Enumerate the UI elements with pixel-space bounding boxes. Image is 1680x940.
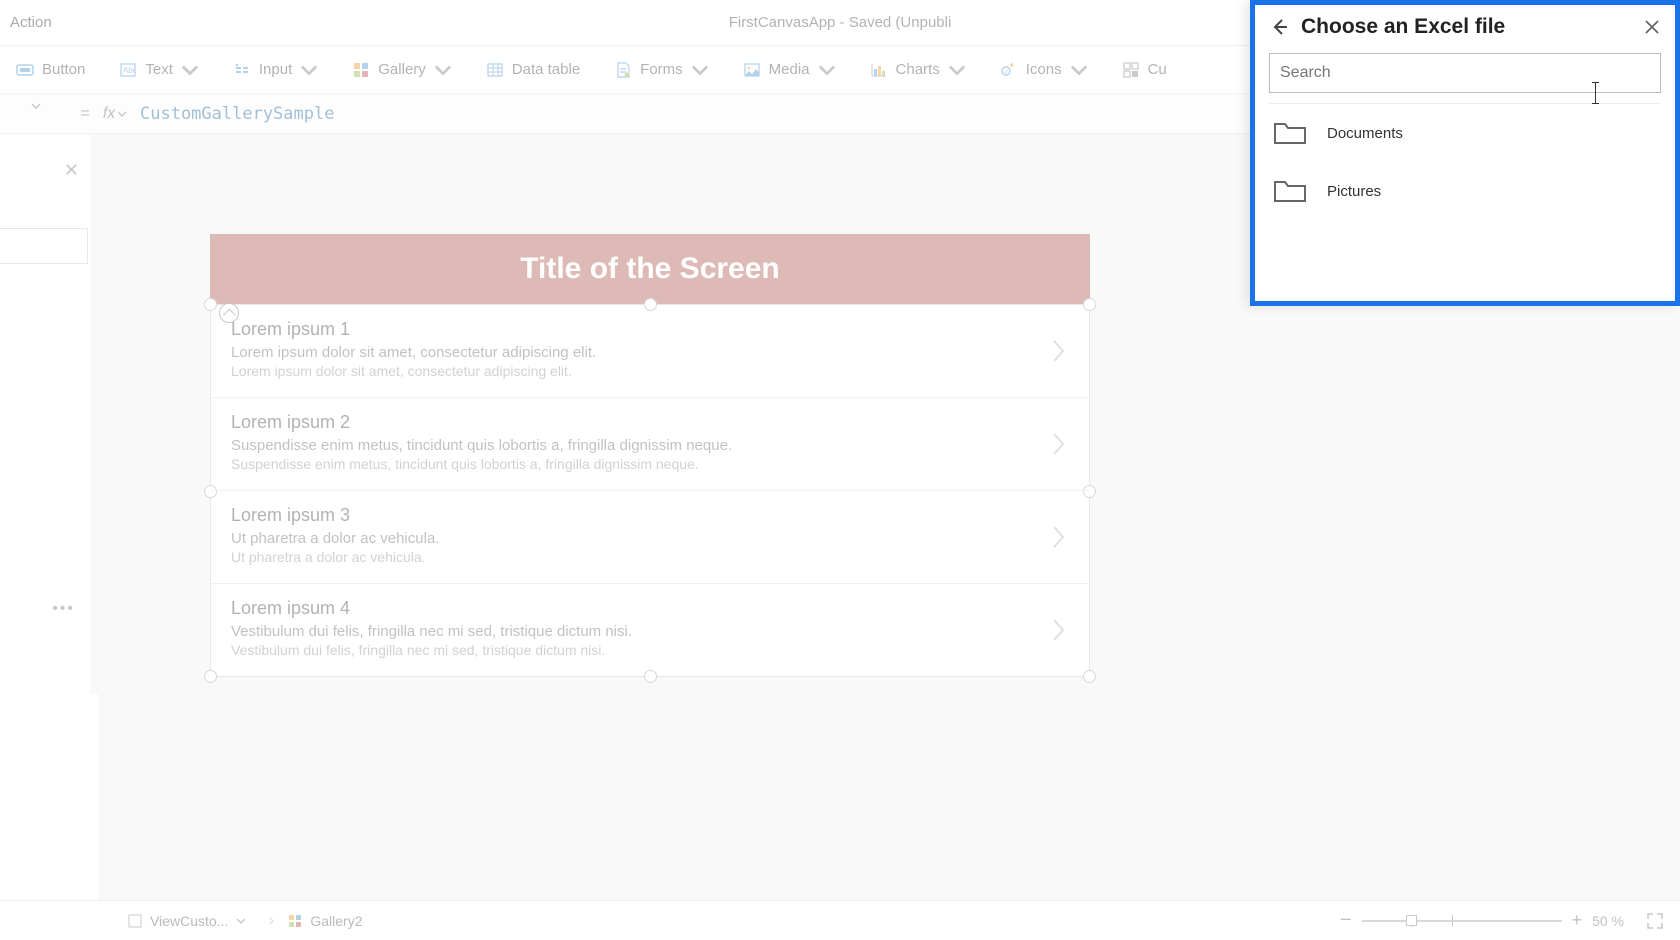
folder-icon [1273, 178, 1307, 204]
choose-file-panel: Choose an Excel file Documents Pictures [1250, 0, 1680, 306]
chevron-down-icon [236, 916, 246, 926]
svg-text:✓: ✓ [1003, 69, 1009, 76]
item-title: Lorem ipsum 1 [231, 319, 1069, 340]
edit-icon[interactable] [219, 303, 239, 323]
zoom-in-button[interactable]: + [1572, 910, 1583, 931]
chevron-down-icon [31, 101, 41, 111]
fx-button[interactable]: fx [98, 105, 132, 123]
scrollbar[interactable] [90, 134, 100, 694]
gallery-item[interactable]: Lorem ipsum 4 Vestibulum dui felis, frin… [211, 584, 1089, 676]
folder-item[interactable]: Documents [1255, 104, 1675, 162]
item-title: Lorem ipsum 3 [231, 505, 1069, 526]
icons-label: Icons [1026, 61, 1062, 78]
tree-search-box[interactable] [0, 228, 88, 264]
breadcrumb-screen[interactable]: ViewCusto... [128, 910, 274, 931]
input-control[interactable]: Input [227, 57, 324, 83]
fx-label: fx [103, 105, 115, 123]
item-body: Suspendisse enim metus, tincidunt quis l… [231, 456, 1069, 472]
item-body: Vestibulum dui felis, fringilla nec mi s… [231, 642, 1069, 658]
item-subtitle: Ut pharetra a dolor ac vehicula. [231, 530, 1069, 547]
item-subtitle: Lorem ipsum dolor sit amet, consectetur … [231, 344, 1069, 361]
folder-label: Pictures [1327, 183, 1381, 200]
text-control[interactable]: Abc Text [113, 57, 205, 83]
gallery-label: Gallery [378, 61, 426, 78]
close-icon[interactable] [1643, 18, 1661, 36]
charts-label: Charts [896, 61, 940, 78]
custom-control[interactable]: Cu [1116, 57, 1173, 83]
media-control[interactable]: Media [737, 57, 842, 83]
data-table-label: Data table [512, 61, 580, 78]
data-table-control[interactable]: Data table [480, 57, 586, 83]
forms-label: Forms [640, 61, 683, 78]
gallery-item[interactable]: Lorem ipsum 2 Suspendisse enim metus, ti… [211, 398, 1089, 491]
search-input[interactable] [1280, 64, 1650, 82]
zoom-out-button[interactable]: − [1340, 909, 1352, 932]
chevron-down-icon [948, 61, 966, 79]
folder-label: Documents [1327, 125, 1403, 142]
gallery-control-selected[interactable]: Lorem ipsum 1 Lorem ipsum dolor sit amet… [210, 304, 1090, 677]
chevron-right-icon[interactable] [1051, 617, 1067, 643]
breadcrumb-label: ViewCusto... [150, 913, 228, 929]
panel-title: Choose an Excel file [1301, 15, 1631, 39]
back-arrow-icon[interactable] [1269, 17, 1289, 37]
zoom-label: 50 % [1592, 913, 1624, 929]
menu-action[interactable]: Action [0, 14, 62, 31]
zoom-controls: − + 50 % [1340, 909, 1664, 932]
item-title: Lorem ipsum 2 [231, 412, 1069, 433]
chevron-right-icon[interactable] [1051, 524, 1067, 550]
folder-icon [1273, 120, 1307, 146]
icons-control[interactable]: ✓ Icons [994, 57, 1094, 83]
svg-text:Abc: Abc [123, 66, 137, 75]
zoom-slider[interactable] [1362, 920, 1562, 922]
button-label: Button [42, 61, 85, 78]
item-body: Lorem ipsum dolor sit amet, consectetur … [231, 363, 1069, 379]
text-cursor-icon [1595, 83, 1596, 103]
chevron-down-icon [181, 61, 199, 79]
gallery-control[interactable]: Gallery [346, 57, 458, 83]
equals-label: = [72, 105, 98, 123]
close-icon[interactable]: ✕ [64, 160, 79, 181]
chevron-down-icon [300, 61, 318, 79]
forms-control[interactable]: Forms [608, 57, 715, 83]
item-subtitle: Vestibulum dui felis, fringilla nec mi s… [231, 623, 1069, 640]
chevron-right-icon[interactable] [1051, 338, 1067, 364]
button-control[interactable]: Button [10, 57, 91, 83]
property-selector[interactable] [0, 98, 72, 130]
expand-icon[interactable] [1646, 912, 1664, 930]
breadcrumb-label: Gallery2 [310, 913, 362, 929]
chevron-down-icon [691, 61, 709, 79]
custom-label: Cu [1148, 61, 1167, 78]
input-label: Input [259, 61, 292, 78]
item-body: Ut pharetra a dolor ac vehicula. [231, 549, 1069, 565]
breadcrumb-control[interactable]: Gallery2 [288, 913, 362, 929]
item-title: Lorem ipsum 4 [231, 598, 1069, 619]
gallery-item[interactable]: Lorem ipsum 1 Lorem ipsum dolor sit amet… [211, 305, 1089, 398]
more-icon[interactable]: ••• [52, 600, 75, 618]
chevron-down-icon [434, 61, 452, 79]
app-title: FirstCanvasApp - Saved (Unpubli [729, 14, 952, 31]
text-label: Text [145, 61, 173, 78]
screen-title[interactable]: Title of the Screen [210, 234, 1090, 304]
status-bar: ViewCusto... Gallery2 − + 50 % [0, 900, 1680, 940]
chevron-down-icon [117, 109, 127, 119]
chevron-right-icon[interactable] [1051, 431, 1067, 457]
charts-control[interactable]: Charts [864, 57, 972, 83]
left-pane: ✕ ••• [0, 134, 100, 900]
folder-item[interactable]: Pictures [1255, 162, 1675, 220]
media-label: Media [769, 61, 810, 78]
item-subtitle: Suspendisse enim metus, tincidunt quis l… [231, 437, 1069, 454]
gallery-item[interactable]: Lorem ipsum 3 Ut pharetra a dolor ac veh… [211, 491, 1089, 584]
search-box[interactable] [1269, 53, 1661, 93]
chevron-down-icon [818, 61, 836, 79]
chevron-down-icon [1070, 61, 1088, 79]
